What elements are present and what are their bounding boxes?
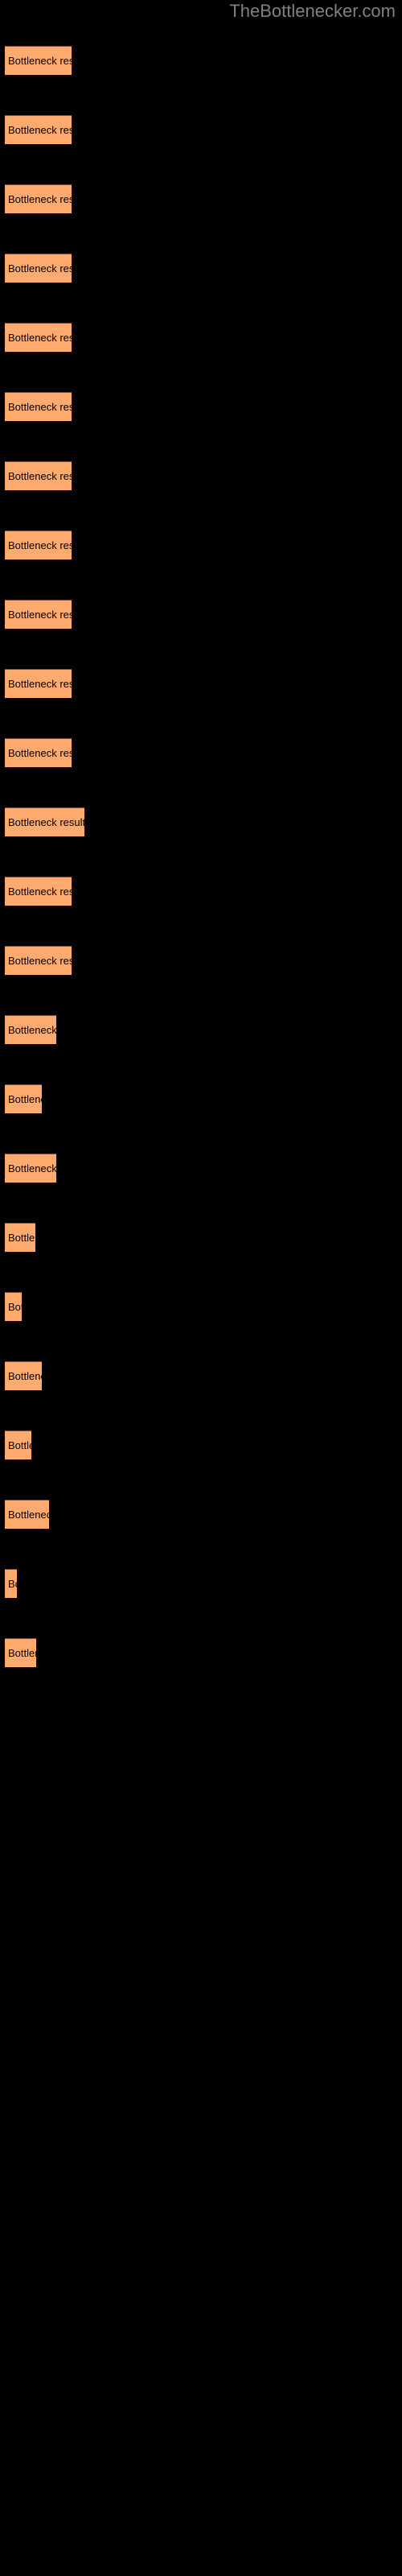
bar-label: Bottleneck r (8, 1162, 56, 1174)
bar-bottleneck-result[interactable]: Bottleneck result (5, 530, 72, 559)
bar-bottleneck-result[interactable]: Bottle (5, 1430, 31, 1459)
bar-bottleneck-result[interactable]: Bo (5, 1569, 17, 1598)
bar-label: Bottlen (8, 1231, 35, 1244)
bar-bottleneck-result[interactable]: Bot (5, 1292, 22, 1321)
bar-bottleneck-result[interactable]: Bottleneck result (5, 392, 72, 421)
bar-label: Bottle (8, 1439, 31, 1451)
bar-label: Bottleneck result (8, 539, 72, 551)
bar-label: Bottleneck result (8, 608, 72, 621)
bar-bottleneck-result[interactable]: Bottleneck result (5, 254, 72, 283)
bar-label: Bottleneck result (8, 54, 72, 67)
bar-label: Bottlene (8, 1092, 42, 1105)
bar-bottleneck-result[interactable]: Bottlen (5, 1223, 35, 1252)
bar-label: Bottleneck result (8, 400, 72, 413)
bar-bottleneck-result[interactable]: Bottleneck r (5, 1154, 56, 1183)
bar-label: Bottlenec (8, 1508, 49, 1521)
bar-bottleneck-result[interactable]: Bottleneck result (5, 738, 72, 767)
bar-bottleneck-result[interactable]: Bottleneck result (5, 877, 72, 906)
bar-bottleneck-result[interactable]: Bottleneck result (5, 115, 72, 144)
bar-bottleneck-result[interactable]: Bottlen (5, 1638, 36, 1667)
bar-label: Bottlen (8, 1646, 36, 1659)
bar-label: Bot (8, 1300, 22, 1313)
bottleneck-bar-chart: Bottleneck result Bottleneck result Bottle… (0, 0, 402, 2576)
bar-bottleneck-result[interactable]: Bottleneck result (5, 323, 72, 352)
bar-label: Bottleneck result (8, 123, 72, 136)
bar-bottleneck-result[interactable]: Bottlene (5, 1084, 42, 1113)
bar-label: Bo (8, 1577, 17, 1590)
bar-label: Bottleneck result (8, 331, 72, 344)
bar-bottleneck-result[interactable]: Bottlenec (5, 1500, 49, 1529)
bar-bottleneck-result[interactable]: Bottleneck result (5, 184, 72, 213)
bar-label: Bottleneck result (8, 192, 72, 205)
bar-label: Bottleneck result (8, 954, 72, 967)
bar-label: Bottleneck re (8, 1023, 56, 1036)
bar-label: Bottleneck result (8, 677, 72, 690)
bar-label: Bottleneck result (8, 885, 72, 898)
bar-bottleneck-result[interactable]: Bottlene (5, 1361, 42, 1390)
bar-label: Bottleneck result (8, 815, 84, 828)
bar-label: Bottleneck result (8, 262, 72, 275)
bar-label: Bottlene (8, 1369, 42, 1382)
bar-bottleneck-result[interactable]: Bottleneck re (5, 1015, 56, 1044)
bar-label: Bottleneck result (8, 469, 72, 482)
bar-bottleneck-result[interactable]: Bottleneck result (5, 46, 72, 75)
bar-bottleneck-result[interactable]: Bottleneck result (5, 461, 72, 490)
bar-label: Bottleneck result (8, 746, 72, 759)
bar-bottleneck-result[interactable]: Bottleneck result (5, 669, 72, 698)
bar-bottleneck-result[interactable]: Bottleneck result (5, 946, 72, 975)
bar-bottleneck-result[interactable]: Bottleneck result (5, 807, 84, 836)
bar-bottleneck-result[interactable]: Bottleneck result (5, 600, 72, 629)
